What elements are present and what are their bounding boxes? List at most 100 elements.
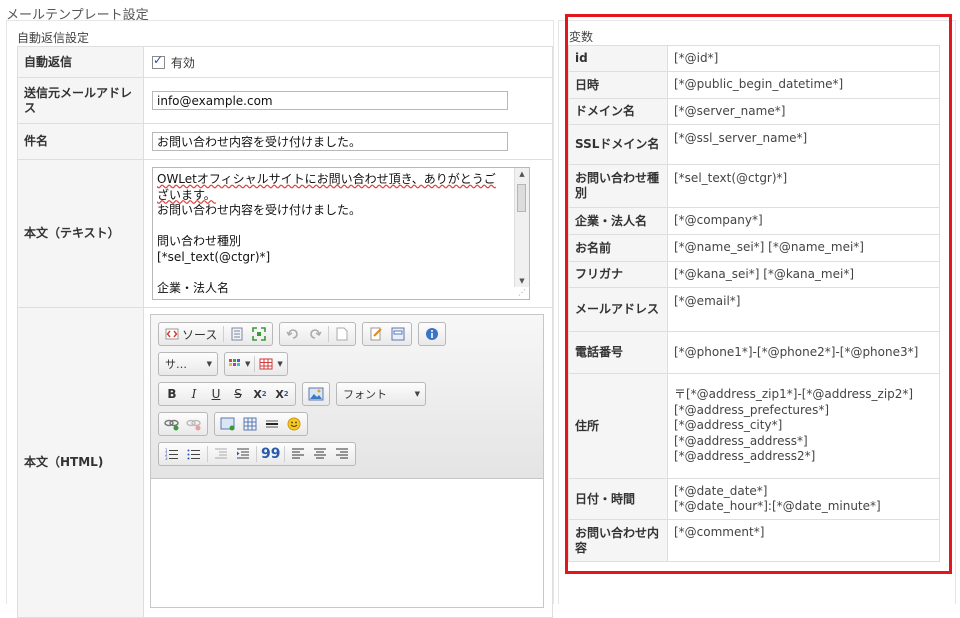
from-address-input[interactable] [152,91,508,110]
body-text-line-4: 問い合わせ種別 [157,234,242,248]
auto-reply-enabled-label[interactable]: 有効 [171,56,195,70]
editor-toolbar: ソース サ… ▼ ▼ ▼ B I U S X 2 X 2 フォント ▼ 1 2 … [151,315,543,479]
link-button[interactable] [161,414,183,434]
italic-button[interactable]: I [183,384,205,404]
toolbar-row-3: B I U S X2 X2 フォント ▼ [158,381,538,407]
subscript-mark: 2 [261,390,267,398]
auto-reply-enabled-checkbox[interactable] [152,53,165,69]
from-address-cell [143,77,553,124]
undo-icon [286,329,299,339]
body-text-line-1: OWLetオフィシャルサイトにお問い合わせ頂き、ありがとうございます。 [157,172,496,202]
numbered-list-button[interactable]: 123 [161,444,183,464]
maximize-icon [252,327,267,341]
auto-reply-panel: 自動返信設定 自動返信 有効 送信元メールアドレス 件名 本文（テキスト） [6,20,554,618]
bold-button[interactable]: B [161,384,183,404]
horizontal-rule-button[interactable] [261,414,283,434]
toolbar-group-tools [362,322,413,346]
about-button[interactable] [421,324,443,344]
underline-button[interactable]: U [205,384,227,404]
image-button[interactable] [305,384,327,404]
toolbar-separator [256,446,257,462]
toolbar-group-paragraph: 123 99 [158,442,357,466]
variable-key: 住所 [568,373,668,479]
new-page-button[interactable] [331,324,353,344]
source-button[interactable]: ソース [161,324,221,344]
scroll-down-icon[interactable]: ▼ [515,275,529,287]
unlink-button[interactable] [183,414,205,434]
spellcheck-icon [370,327,383,341]
toolbar-group-links [158,412,208,436]
auto-reply-form: 自動返信 有効 送信元メールアドレス 件名 本文（テキスト） OWLetオフィシ… [17,46,553,618]
superscript-mark: 2 [283,390,289,398]
outdent-button[interactable] [210,444,232,464]
templates-button[interactable] [226,324,248,344]
variables-section-title: 変数 [569,30,594,44]
subscript-label: X [253,387,262,401]
editor-content-area[interactable] [151,479,543,607]
maximize-button[interactable] [248,324,270,344]
blockquote-button[interactable]: 99 [259,444,282,464]
bulleted-list-button[interactable] [183,444,205,464]
variable-value: [*@date_date*] [*@date_hour*]:[*@date_mi… [667,478,940,520]
new-page-icon [336,327,348,341]
toolbar-separator [223,326,225,342]
flash-button[interactable] [217,414,239,434]
variable-key: ドメイン名 [568,98,668,125]
from-address-label: 送信元メールアドレス [17,77,144,124]
subject-label: 件名 [17,123,144,160]
table-insert-button[interactable] [239,414,261,434]
undo-button[interactable] [282,324,304,344]
variable-value: [*sel_text(@ctgr)*] [667,164,940,208]
variable-key: 日時 [568,71,668,99]
body-text-textarea[interactable]: OWLetオフィシャルサイトにお問い合わせ頂き、ありがとうございます。 お問い合… [152,167,530,300]
variable-value: [*@comment*] [667,519,940,562]
source-button-label: ソース [182,327,218,342]
align-left-icon [292,448,305,459]
variable-key: 日付・時間 [568,478,668,520]
subject-cell [143,123,553,160]
numbered-list-icon: 123 [165,448,178,461]
scroll-up-icon[interactable]: ▲ [515,168,529,180]
align-right-button[interactable] [331,444,353,464]
variable-key: id [568,45,668,72]
form-button[interactable] [387,324,409,344]
table-button[interactable]: ▼ [257,354,284,374]
toolbar-row-1: ソース [158,321,538,347]
variable-value: [*@name_sei*] [*@name_mei*] [667,234,940,262]
align-right-icon [336,448,349,459]
body-text-label: 本文（テキスト） [17,159,144,308]
source-icon [165,328,179,340]
variable-value: [*@ssl_server_name*] [667,124,940,165]
font-combo[interactable]: フォント ▼ [336,382,426,406]
auto-reply-enabled-cell: 有効 [143,46,553,78]
align-center-icon [314,448,327,459]
resize-grip-icon[interactable]: ⋰ [518,288,528,298]
align-center-button[interactable] [309,444,331,464]
scroll-thumb[interactable] [517,184,526,212]
variable-value: [*@public_begin_datetime*] [667,71,940,99]
toolbar-group-image [302,382,330,406]
toolbar-separator [284,446,286,462]
html-editor: ソース サ… ▼ ▼ ▼ B I U S X 2 X 2 フォント ▼ 1 2 … [150,314,544,608]
style-combo[interactable]: サ… ▼ [158,352,218,376]
subscript-button[interactable]: X2 [249,384,271,404]
body-text-content[interactable]: OWLetオフィシャルサイトにお問い合わせ頂き、ありがとうございます。 お問い合… [157,172,507,296]
body-text-scrollbar[interactable]: ▲ ▼ [514,168,529,287]
variable-key: SSLドメイン名 [568,124,668,165]
indent-button[interactable] [232,444,254,464]
subject-input[interactable] [152,132,508,151]
redo-button[interactable] [304,324,326,344]
text-color-button[interactable]: ▼ [227,354,252,374]
variable-key: お問い合わせ種別 [568,164,668,208]
variable-key: フリガナ [568,261,668,288]
spellcheck-button[interactable] [365,324,387,344]
toolbar-row-4 [158,411,538,437]
body-text-line-2: お問い合わせ内容を受け付けました。 [157,203,362,217]
strike-button[interactable]: S [227,384,249,404]
chevron-down-icon: ▼ [414,390,420,398]
link-icon [164,419,179,431]
smiley-button[interactable] [283,414,305,434]
superscript-button[interactable]: X2 [271,384,293,404]
svg-text:3: 3 [165,456,168,461]
align-left-button[interactable] [287,444,309,464]
